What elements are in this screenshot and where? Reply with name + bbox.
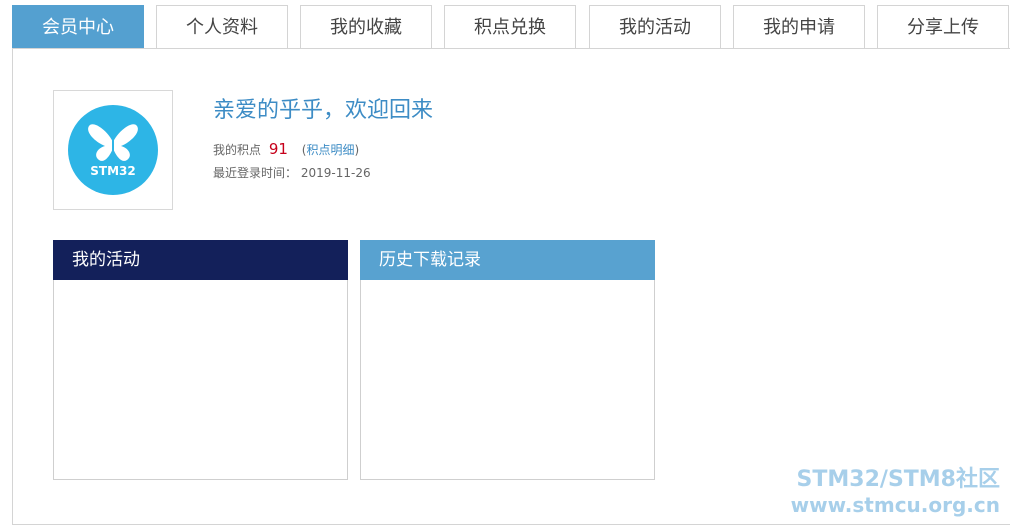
points-value: 91 <box>268 140 288 158</box>
download-history-panel: 历史下载记录 <box>360 240 655 480</box>
butterfly-logo-icon <box>68 105 158 195</box>
avatar-logo-text: STM32 <box>90 164 136 178</box>
watermark-line1: STM32/STM8社区 <box>796 467 1000 492</box>
points-detail-link[interactable]: 积点明细 <box>306 143 354 157</box>
download-history-title: 历史下载记录 <box>360 240 655 280</box>
welcome-title: 亲爱的乎乎，欢迎回来 <box>213 98 434 123</box>
tab-profile[interactable]: 个人资料 <box>156 5 288 48</box>
last-login: 最近登录时间： 2019-11-26 <box>213 164 371 181</box>
watermark-line2: www.stmcu.org.cn <box>790 493 1000 517</box>
last-login-value: 2019-11-26 <box>300 166 371 180</box>
tab-member-center[interactable]: 会员中心 <box>12 5 144 49</box>
tab-my-activities[interactable]: 我的活动 <box>589 5 721 48</box>
points-link-close: ) <box>354 143 360 157</box>
tab-share-upload[interactable]: 分享上传 <box>877 5 1009 48</box>
activity-panel: 我的活动 <box>53 240 348 480</box>
tab-my-applications[interactable]: 我的申请 <box>733 5 865 48</box>
site-watermark: STM32/STM8社区 www.stmcu.org.cn <box>791 466 1000 518</box>
tab-favorites[interactable]: 我的收藏 <box>300 5 432 48</box>
activity-panel-title: 我的活动 <box>53 240 348 280</box>
last-login-label: 最近登录时间： <box>213 166 298 180</box>
tab-points-exchange[interactable]: 积点兑换 <box>444 5 576 48</box>
avatar[interactable]: STM32 <box>53 90 173 210</box>
tab-bar: 会员中心 个人资料 我的收藏 积点兑换 我的活动 我的申请 分享上传 <box>12 5 1010 49</box>
points-line: 我的积点 91 (积点明细) <box>213 140 359 158</box>
points-label: 我的积点 <box>213 143 262 157</box>
